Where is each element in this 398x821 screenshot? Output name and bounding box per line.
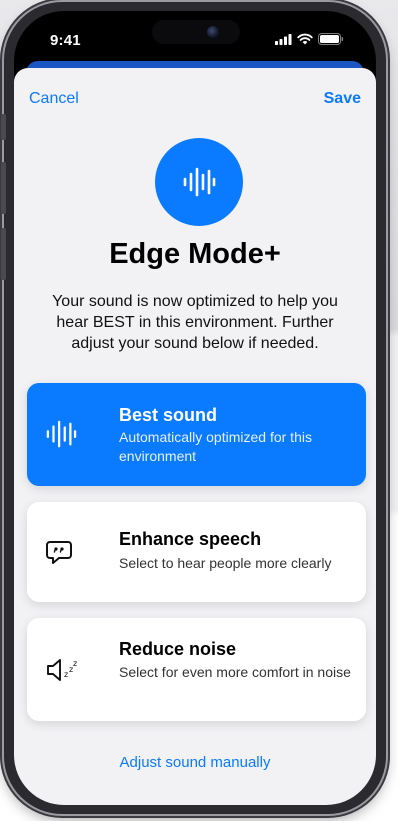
adjust-sound-manually-link[interactable]: Adjust sound manually: [14, 754, 376, 771]
option-title: Reduce noise: [119, 639, 237, 659]
phone-frame: 9:41 Cancel Save Edge Mode+ Your sound i…: [1, 2, 386, 814]
save-button[interactable]: Save: [324, 90, 361, 108]
sound-wave-icon: [183, 167, 216, 197]
camera-icon: [207, 26, 219, 38]
option-title: Best sound: [119, 405, 218, 425]
screen: 9:41 Cancel Save Edge Mode+ Your sound i…: [14, 11, 376, 805]
battery-icon: [318, 33, 344, 45]
option-reduce-noise[interactable]: z z z Reduce noise Select for even more …: [27, 618, 366, 721]
cancel-button[interactable]: Cancel: [29, 90, 79, 108]
modal-sheet: Cancel Save Edge Mode+ Your sound is now…: [14, 68, 376, 805]
option-best-sound[interactable]: Best sound Automatically optimized for t…: [27, 383, 366, 486]
option-title: Enhance speech: [119, 529, 262, 549]
svg-text:z: z: [64, 670, 68, 679]
dynamic-island: [152, 20, 240, 44]
status-time: 9:41: [50, 32, 81, 49]
wifi-icon: [297, 33, 313, 45]
cellular-signal-icon: [275, 33, 292, 45]
status-icons: [275, 33, 344, 45]
option-subtitle: Automatically optimized for this environ…: [119, 429, 312, 464]
sound-wave-icon: [46, 420, 77, 448]
option-subtitle: Select for even more comfort in noise: [119, 664, 351, 680]
svg-text:z: z: [73, 659, 77, 668]
option-enhance-speech[interactable]: Enhance speech Select to hear people mor…: [27, 502, 366, 602]
status-bar: 9:41: [14, 11, 376, 61]
option-subtitle: Select to hear people more clearly: [119, 555, 332, 571]
speaker-zzz-icon: z z z: [47, 659, 77, 681]
page-title: Edge Mode+: [109, 238, 281, 270]
hero-icon-circle: [155, 138, 243, 226]
speech-bubble-icon: [46, 541, 72, 564]
page-description: Your sound is now optimized to help you …: [52, 293, 338, 352]
silent-switch: [1, 114, 6, 140]
volume-down-button: [1, 228, 6, 280]
volume-up-button: [1, 162, 6, 214]
